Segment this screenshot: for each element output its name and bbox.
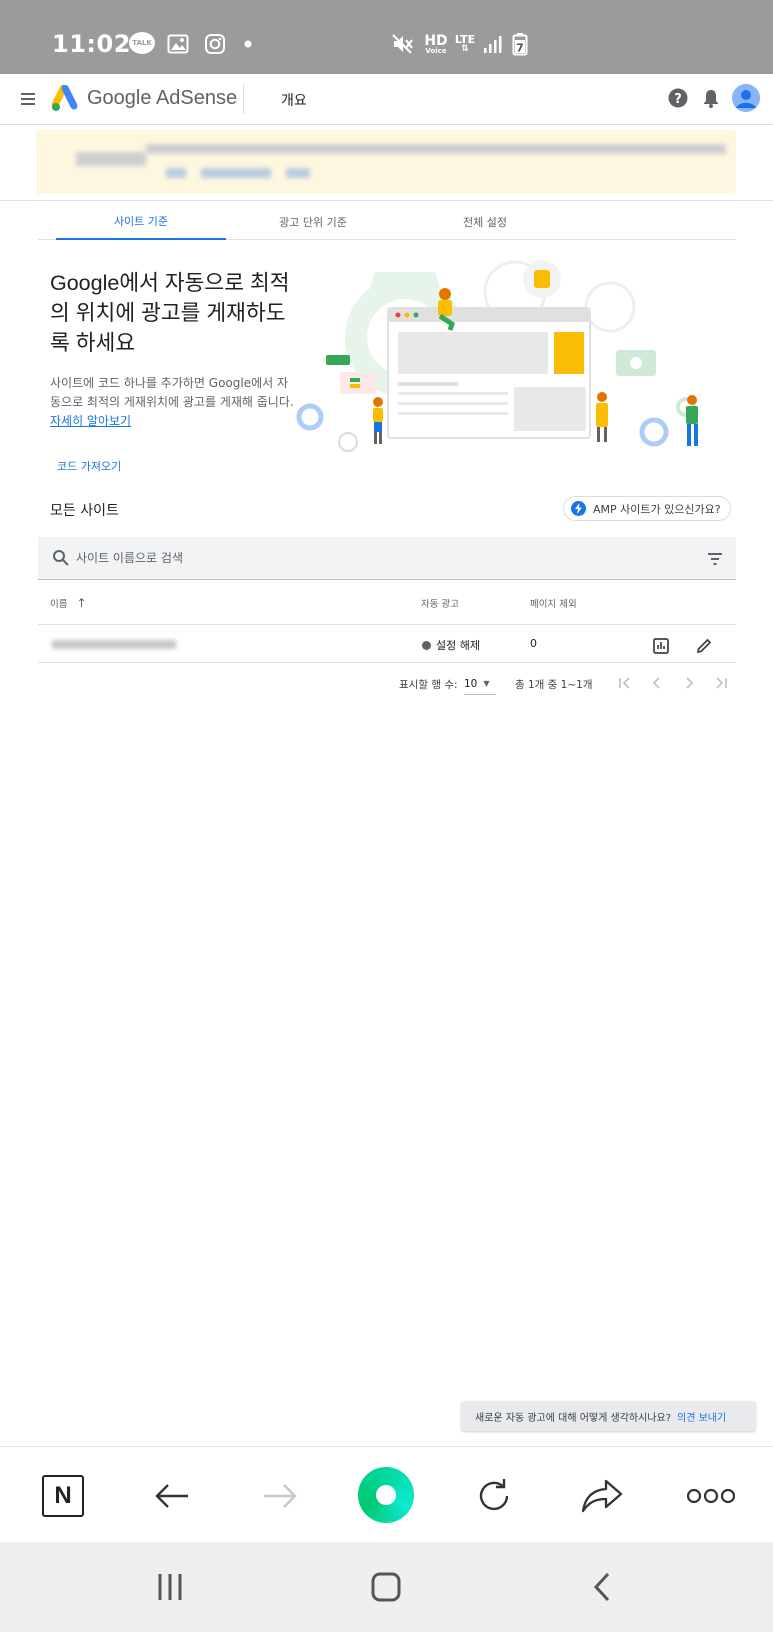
mute-icon xyxy=(391,32,415,56)
browser-toolbar: N xyxy=(0,1446,773,1542)
feedback-toast: 새로운 자동 광고에 대해 어떻게 생각하시나요? 의견 보내기 xyxy=(461,1401,756,1431)
clock: 11:02 xyxy=(52,30,131,58)
gallery-icon xyxy=(167,32,189,56)
hd-label: HD xyxy=(424,32,448,49)
more-icon[interactable] xyxy=(686,1473,736,1519)
amp-chip-label: AMP 사이트가 있으신가요? xyxy=(593,502,721,516)
column-header-name[interactable]: 이름 ↑ xyxy=(50,596,87,610)
column-header-auto-ads: 자동 광고 xyxy=(421,599,459,610)
back-nav-icon[interactable] xyxy=(582,1570,622,1604)
page-title: 개요 xyxy=(281,93,307,109)
bolt-icon xyxy=(571,501,586,516)
hd-voice-icon: HD Voice xyxy=(423,32,449,56)
sort-arrow-up-icon: ↑ xyxy=(76,596,87,610)
filter-icon[interactable] xyxy=(706,550,724,568)
android-nav-bar xyxy=(0,1542,773,1632)
forward-arrow-icon[interactable] xyxy=(256,1473,304,1519)
bell-icon[interactable] xyxy=(700,87,722,109)
divider xyxy=(0,200,773,201)
recent-apps-icon[interactable] xyxy=(150,1570,190,1604)
battery-icon: 7 xyxy=(512,32,528,56)
next-page-icon[interactable] xyxy=(680,674,698,692)
table-header-divider xyxy=(38,624,736,625)
notice-banner xyxy=(36,130,736,194)
svg-text:?: ? xyxy=(674,92,682,107)
help-icon[interactable]: ? xyxy=(667,87,689,109)
status-bar: 11:02 TALK HD Voice LTE ⇅ 7 xyxy=(0,0,773,74)
hero-title: Google에서 자동으로 최적의 위치에 광고를 게재하도록 하세요 xyxy=(50,271,290,355)
hero-description-text: 사이트에 코드 하나를 추가하면 Google에서 자동으로 최적의 게재위치에… xyxy=(50,376,294,409)
tab-global-settings[interactable]: 전체 설정 xyxy=(400,204,570,240)
rows-per-page-value: 10 xyxy=(464,677,478,690)
column-header-excluded-pages: 페이지 제외 xyxy=(530,599,577,610)
auto-ads-status: 설정 해제 xyxy=(422,637,480,653)
get-code-button[interactable]: 코드 가져오기 xyxy=(57,458,121,474)
battery-level: 7 xyxy=(516,42,524,55)
site-name-redacted[interactable] xyxy=(52,640,176,649)
status-dot-icon xyxy=(422,641,431,650)
first-page-icon[interactable] xyxy=(616,674,634,692)
table-row-divider xyxy=(38,662,736,663)
rows-per-page-label: 표시할 행 수: xyxy=(399,679,458,691)
top-app-bar: Google AdSense 개요 ? xyxy=(0,74,773,125)
previous-page-icon[interactable] xyxy=(648,674,666,692)
site-search-bar xyxy=(38,537,736,580)
search-icon xyxy=(52,549,70,567)
naver-n-label: N xyxy=(42,1475,84,1517)
naver-home-icon[interactable]: N xyxy=(39,1473,87,1519)
adsense-logo xyxy=(51,83,79,113)
appbar-divider xyxy=(243,84,244,114)
instagram-icon xyxy=(204,32,226,56)
talk-icon: TALK xyxy=(129,32,155,54)
green-dot-icon[interactable] xyxy=(358,1467,414,1523)
home-icon[interactable] xyxy=(366,1570,406,1604)
menu-icon[interactable] xyxy=(17,88,39,110)
tab-bar: 사이트 기준 광고 단위 기준 전체 설정 xyxy=(38,204,736,240)
edit-icon[interactable] xyxy=(695,637,713,655)
pagination-range: 총 1개 중 1~1개 xyxy=(515,679,593,691)
send-feedback-link[interactable]: 의견 보내기 xyxy=(677,1409,726,1424)
search-input[interactable] xyxy=(76,545,676,571)
avatar[interactable] xyxy=(732,84,760,112)
feedback-text: 새로운 자동 광고에 대해 어떻게 생각하시나요? xyxy=(475,1412,672,1424)
reload-icon[interactable] xyxy=(470,1473,518,1519)
chevron-down-icon: ▼ xyxy=(483,679,490,688)
signal-icon xyxy=(482,32,504,56)
sites-section-title: 모든 사이트 xyxy=(50,503,119,519)
tab-by-ad-unit[interactable]: 광고 단위 기준 xyxy=(228,204,398,240)
hero-description: 사이트에 코드 하나를 추가하면 Google에서 자동으로 최적의 게재위치에… xyxy=(50,374,295,431)
amp-sites-chip[interactable]: AMP 사이트가 있으신가요? xyxy=(563,496,731,521)
voice-label: Voice xyxy=(425,46,447,55)
auto-ads-illustration xyxy=(290,252,730,467)
last-page-icon[interactable] xyxy=(712,674,730,692)
product-name: Google AdSense xyxy=(87,87,238,109)
report-icon[interactable] xyxy=(652,637,670,655)
back-arrow-icon[interactable] xyxy=(148,1473,196,1519)
excluded-pages-count: 0 xyxy=(530,637,537,650)
share-icon[interactable] xyxy=(578,1473,626,1519)
rows-per-page-select[interactable]: 10 ▼ xyxy=(464,673,496,695)
learn-more-link[interactable]: 자세히 알아보기 xyxy=(50,414,131,428)
dot-icon xyxy=(244,32,252,56)
lte-icon: LTE ⇅ xyxy=(454,33,476,54)
tab-by-site[interactable]: 사이트 기준 xyxy=(56,204,226,240)
auto-ads-status-label: 설정 해제 xyxy=(436,639,480,652)
column-name-label: 이름 xyxy=(50,599,68,610)
